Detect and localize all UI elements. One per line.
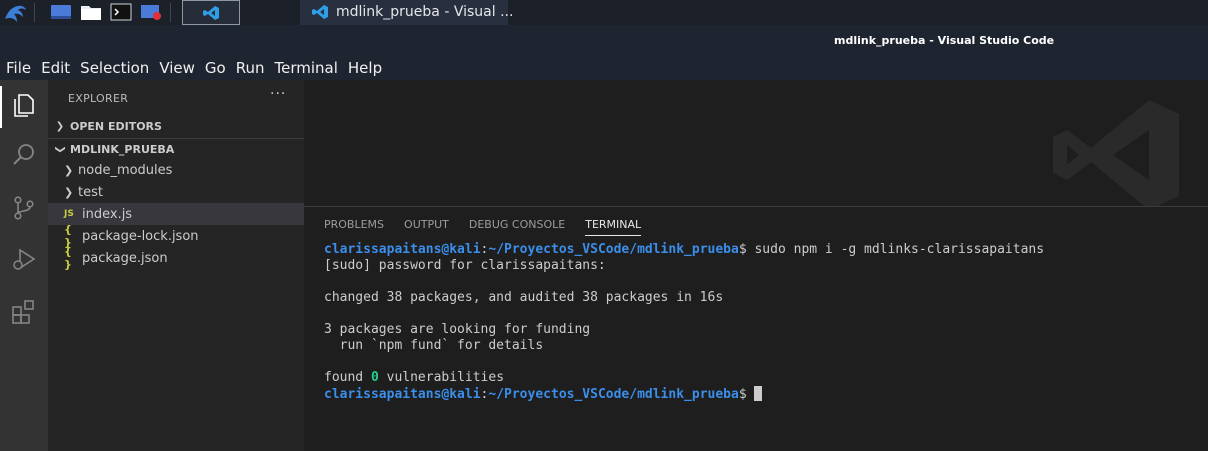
open-editors-label: OPEN EDITORS: [70, 119, 162, 133]
tree-item-label: index.js: [82, 206, 133, 222]
window-title: mdlink_prueba - Visual Studio Code: [834, 34, 1055, 47]
os-taskbar: mdlink_prueba - Visual ...: [0, 0, 1208, 25]
menu-edit[interactable]: Edit: [41, 59, 70, 77]
tree-item-label: node_modules: [78, 162, 173, 178]
folder-section[interactable]: ❯ MDLINK_PRUEBA: [48, 138, 304, 160]
source-control-icon[interactable]: [10, 194, 38, 222]
prompt-symbol: $: [738, 387, 747, 402]
terminal-line: clarissapaitans@kali:~/Proyectos_VSCode/…: [324, 242, 1194, 258]
taskbar-separator: [170, 3, 171, 22]
menu-go[interactable]: Go: [205, 59, 226, 77]
prompt-path: ~/Proyectos_VSCode/mdlink_prueba: [488, 387, 739, 402]
extensions-icon[interactable]: [10, 298, 38, 326]
screen-recorder-icon[interactable]: [140, 3, 162, 21]
tree-item-package-json[interactable]: { } package.json: [48, 245, 304, 271]
taskbar-separator: [34, 3, 35, 22]
open-editors-section[interactable]: ❯ OPEN EDITORS: [48, 115, 304, 137]
tab-problems[interactable]: PROBLEMS: [324, 218, 384, 236]
terminal-command: sudo npm i -g mdlinks-clarissapaitans: [746, 242, 1045, 257]
tree-item-index-js[interactable]: JS index.js: [48, 203, 304, 225]
terminal-cursor: [754, 386, 763, 401]
tree-item-package-lock-json[interactable]: { } package-lock.json: [48, 223, 304, 249]
more-actions-icon[interactable]: ···: [270, 86, 286, 102]
found-prefix: found: [324, 370, 371, 385]
vscode-watermark-icon: [1053, 100, 1179, 210]
terminal-line: run `npm fund` for details: [324, 338, 544, 353]
active-indicator: [0, 86, 2, 128]
terminal-icon[interactable]: [110, 3, 132, 21]
desktop-icon[interactable]: [50, 3, 72, 21]
explorer-icon[interactable]: [10, 91, 38, 119]
tab-terminal[interactable]: TERMINAL: [585, 218, 642, 236]
explorer-header: EXPLORER: [68, 92, 129, 105]
prompt-symbol: $: [738, 242, 747, 257]
vscode-icon: [203, 6, 219, 20]
panel-tabs: PROBLEMS OUTPUT DEBUG CONSOLE TERMINAL: [324, 218, 661, 236]
bottom-panel: PROBLEMS OUTPUT DEBUG CONSOLE TERMINAL c…: [304, 206, 1208, 451]
menu-file[interactable]: File: [6, 59, 31, 77]
found-suffix: vulnerabilities: [378, 370, 505, 385]
prompt-path: ~/Proyectos_VSCode/mdlink_prueba: [488, 242, 739, 257]
chevron-down-icon: ❯: [54, 144, 66, 154]
terminal-output[interactable]: clarissapaitans@kali:~/Proyectos_VSCode/…: [324, 242, 1194, 402]
editor-area[interactable]: [304, 80, 1208, 210]
tab-debug-console[interactable]: DEBUG CONSOLE: [469, 218, 565, 236]
menu-view[interactable]: View: [159, 59, 195, 77]
vulnerability-count: 0: [370, 370, 379, 385]
run-debug-icon[interactable]: [10, 245, 38, 273]
title-bar: mdlink_prueba - Visual Studio Code: [0, 25, 1208, 56]
workspace-button[interactable]: [182, 0, 240, 25]
menu-terminal[interactable]: Terminal: [275, 59, 338, 77]
tree-item-label: test: [78, 184, 103, 200]
terminal-line: clarissapaitans@kali:~/Proyectos_VSCode/…: [324, 386, 1194, 402]
tree-item-label: package-lock.json: [82, 228, 199, 244]
menu-help[interactable]: Help: [348, 59, 382, 77]
tree-item-label: package.json: [82, 250, 168, 266]
menu-bar: File Edit Selection View Go Run Terminal…: [0, 56, 1208, 80]
file-manager-icon[interactable]: [80, 3, 102, 21]
terminal-line: found 0 vulnerabilities: [324, 370, 1194, 386]
tree-item-node-modules[interactable]: ❯ node_modules: [48, 159, 304, 181]
tab-output[interactable]: OUTPUT: [404, 218, 449, 236]
taskbar-window-title: mdlink_prueba - Visual ...: [336, 4, 514, 20]
explorer-sidebar: EXPLORER ··· ❯ OPEN EDITORS ❯ MDLINK_PRU…: [48, 80, 304, 451]
vscode-icon: [312, 5, 328, 19]
activity-bar: [0, 80, 48, 451]
terminal-line: changed 38 packages, and audited 38 pack…: [324, 290, 724, 305]
menu-selection[interactable]: Selection: [80, 59, 149, 77]
terminal-line: [sudo] password for clarissapaitans:: [324, 258, 606, 273]
taskbar-window-button[interactable]: mdlink_prueba - Visual ...: [300, 0, 513, 25]
menu-run[interactable]: Run: [236, 59, 265, 77]
tree-item-test[interactable]: ❯ test: [48, 181, 304, 203]
folder-label: MDLINK_PRUEBA: [70, 142, 175, 156]
prompt-user-host: clarissapaitans@kali: [324, 387, 481, 402]
search-icon[interactable]: [10, 141, 38, 169]
kali-dragon-icon[interactable]: [2, 1, 28, 23]
prompt-user-host: clarissapaitans@kali: [324, 242, 481, 257]
javascript-file-icon: JS: [64, 209, 74, 219]
json-file-icon: { }: [64, 245, 72, 271]
chevron-right-icon: ❯: [64, 185, 74, 199]
terminal-line: 3 packages are looking for funding: [324, 322, 591, 337]
chevron-right-icon: ❯: [64, 163, 74, 177]
chevron-right-icon: ❯: [55, 120, 65, 132]
